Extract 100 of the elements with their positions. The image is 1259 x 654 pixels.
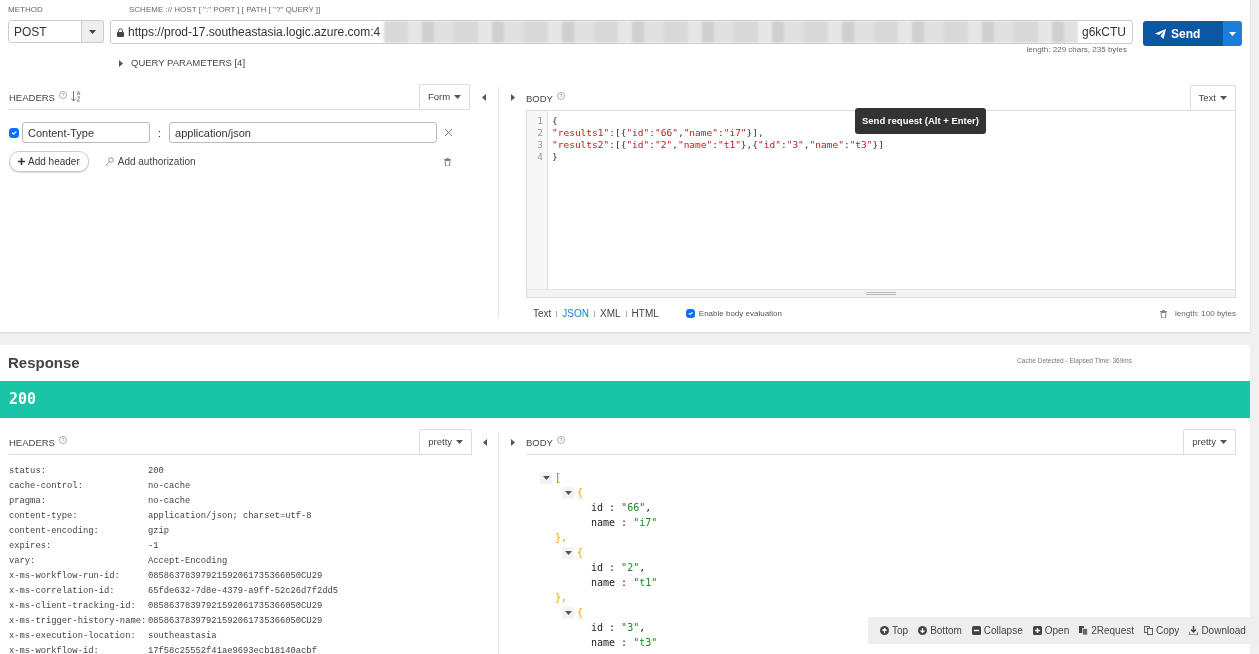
sort-icon[interactable]	[70, 91, 81, 102]
dropdown-toggle[interactable]	[82, 20, 104, 43]
line-number: 2	[536, 127, 543, 140]
format-tab[interactable]: JSON	[562, 306, 589, 322]
caret-down-icon	[456, 439, 464, 444]
toolbar-button[interactable]: Open	[1032, 623, 1070, 638]
header-value: 200	[148, 465, 164, 478]
bracket: },	[555, 591, 568, 605]
query-parameters-toggle[interactable]: QUERY PARAMETERS [4]	[119, 56, 246, 71]
header-name: status:	[9, 465, 47, 478]
divider-icon	[592, 309, 597, 318]
help-icon	[58, 435, 67, 444]
lock-icon	[117, 27, 124, 37]
caret-right-icon[interactable]	[510, 439, 515, 446]
bracket: },	[555, 531, 568, 545]
line-number: 1	[536, 115, 543, 128]
header-name: x-ms-correlation-id:	[9, 585, 116, 598]
arrow-up-icon	[880, 626, 889, 635]
bracket: {	[577, 606, 584, 620]
field-label: METHOD	[8, 4, 44, 16]
caret-right-icon	[119, 59, 123, 67]
toolbar-button[interactable]: Download	[1189, 623, 1246, 638]
header-name: pragma:	[9, 495, 47, 508]
caret-down-icon	[89, 29, 96, 34]
format-tab[interactable]: XML	[600, 306, 621, 322]
caret-down-icon	[564, 550, 572, 555]
json-field: id : "66",	[591, 500, 652, 515]
trash-icon[interactable]	[1160, 309, 1168, 318]
panel-title: Response	[8, 352, 80, 373]
header-value: Accept-Encoding	[148, 555, 228, 568]
format-tab[interactable]: HTML	[631, 306, 659, 322]
collapse-toggle[interactable]	[540, 471, 552, 484]
url-text: https://prod-17.southeastasia.logic.azure.com:4	[128, 24, 381, 41]
caret-left-icon[interactable]	[483, 439, 487, 446]
toolbar-button[interactable]: Top	[880, 623, 909, 638]
toolbar-button[interactable]: 2Request	[1079, 623, 1134, 638]
header-value: 17f58c25552f41ae9693ecb18140acbf	[148, 645, 317, 654]
format-tab[interactable]: Text	[533, 306, 552, 322]
header-value: no-cache	[148, 495, 191, 508]
help-icon	[556, 435, 565, 444]
header-name: x-ms-trigger-history-name:	[9, 615, 148, 628]
caret-left-icon[interactable]	[482, 94, 487, 102]
trash-icon[interactable]	[444, 157, 452, 166]
collapse-toggle[interactable]	[562, 606, 574, 619]
header-value: 08586378397921592061735366050CU29	[148, 570, 323, 583]
method-select[interactable]: POST	[8, 20, 82, 43]
header-value: -1	[148, 540, 159, 553]
mode-dropdown[interactable]: Text	[1189, 85, 1236, 111]
header-name: x-ms-workflow-id:	[9, 645, 100, 654]
json-field: name : "i7"	[591, 515, 658, 530]
collapse-toggle[interactable]	[562, 486, 574, 499]
header-name: content-encoding:	[9, 525, 100, 538]
add-authorization-link[interactable]: Add authorization	[104, 154, 196, 170]
copy-icon	[1144, 626, 1153, 635]
checkbox-label: Enable body evaluation	[698, 307, 782, 320]
header-value: 08586378397921592061735366050CU29	[148, 600, 323, 613]
add-header-button[interactable]: Add header	[9, 151, 89, 173]
send-button[interactable]: Send	[1143, 21, 1223, 46]
caret-down-icon	[454, 95, 462, 100]
minus-square-icon	[971, 626, 981, 635]
header-name: vary:	[9, 555, 37, 568]
url-field[interactable]: https://prod-17.southeastasia.logic.azure.com:4 g6kCTU	[110, 20, 1133, 44]
length-info: length: 229 chars, 235 bytes	[1026, 44, 1127, 56]
caret-down-icon	[1220, 96, 1227, 101]
header-name: content-type:	[9, 510, 79, 523]
download-icon	[1189, 626, 1199, 635]
format-dropdown[interactable]: pretty	[1183, 428, 1236, 454]
tooltip: Send request (Alt + Enter)	[855, 108, 986, 135]
line-number: 4	[536, 151, 543, 164]
header-value: application/json; charset=utf-8	[148, 510, 312, 523]
dropdown-toggle[interactable]	[1223, 21, 1242, 46]
format-dropdown[interactable]: pretty	[419, 428, 473, 454]
header-checkbox[interactable]	[9, 127, 19, 138]
paper-plane-icon	[1155, 28, 1166, 39]
caret-down-icon	[542, 475, 550, 480]
caret-down-icon	[564, 610, 572, 615]
mode-dropdown[interactable]: Form	[418, 84, 471, 110]
collapse-toggle[interactable]	[562, 546, 574, 559]
header-name: cache-control:	[9, 480, 84, 493]
toolbar-button[interactable]: Bottom	[918, 623, 962, 638]
header-name: x-ms-execution-location:	[9, 630, 137, 643]
divider-icon	[623, 309, 629, 318]
resize-handle-icon[interactable]	[866, 292, 896, 296]
code-line: "results1":[{"id":"66","name":"i7"}],	[552, 127, 764, 140]
toolbar-button[interactable]: Collapse	[971, 623, 1023, 638]
toolbar-button[interactable]: Copy	[1144, 623, 1180, 638]
caret-down-icon	[1220, 439, 1227, 444]
header-value: no-cache	[148, 480, 191, 493]
line-number: 3	[536, 139, 543, 152]
close-icon[interactable]	[445, 129, 453, 137]
evaluation-checkbox[interactable]	[685, 309, 695, 319]
json-field: name : "t3"	[591, 635, 658, 650]
caret-right-icon[interactable]	[510, 94, 515, 102]
header-name-field[interactable]: Content-Type	[22, 122, 150, 144]
header-name: expires:	[9, 540, 53, 553]
plus-square-icon	[1032, 626, 1042, 635]
header-value: 08586378397921592061735366050CU29	[148, 615, 323, 628]
header-name: x-ms-client-tracking-id:	[9, 600, 137, 613]
plus-icon	[18, 158, 25, 166]
header-value-field[interactable]: application/json	[169, 122, 438, 144]
